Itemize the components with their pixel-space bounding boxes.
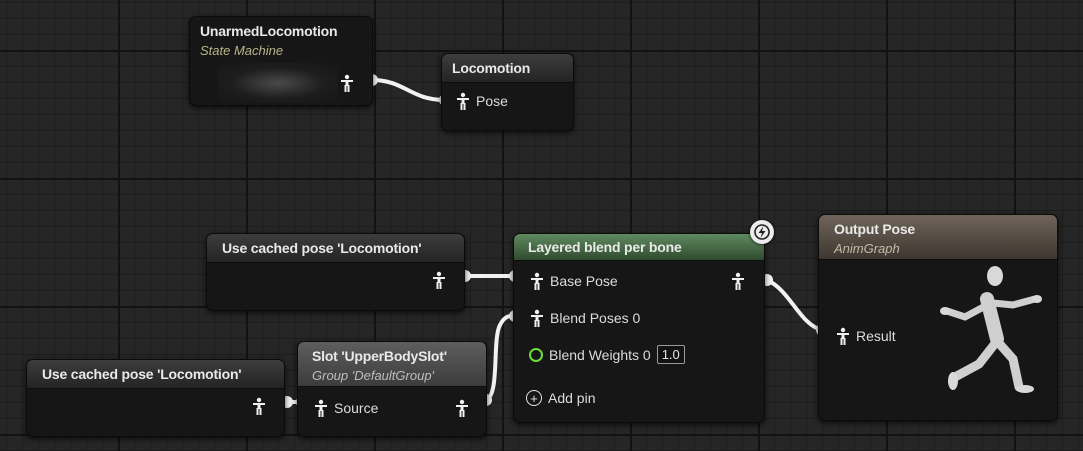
pose-pin-icon[interactable] bbox=[731, 272, 745, 290]
pin-result[interactable]: Result bbox=[836, 327, 896, 345]
node-title: Use cached pose 'Locomotion' bbox=[222, 240, 422, 256]
node-slot[interactable]: Slot 'UpperBodySlot' Group 'DefaultGroup… bbox=[297, 341, 487, 437]
node-title: Use cached pose 'Locomotion' bbox=[42, 366, 242, 382]
pin-label: Blend Poses 0 bbox=[550, 310, 641, 326]
float-pin-icon bbox=[529, 347, 543, 362]
node-subtitle: Group 'DefaultGroup' bbox=[312, 368, 435, 383]
node-title: UnarmedLocomotion bbox=[200, 23, 338, 39]
lightning-bolt-icon bbox=[750, 220, 774, 244]
node-title: Layered blend per bone bbox=[528, 239, 682, 255]
pin-pose[interactable]: Pose bbox=[456, 92, 508, 110]
node-output-pose[interactable]: Output Pose AnimGraph Result bbox=[818, 214, 1058, 421]
node-locomotion[interactable]: Locomotion Pose bbox=[441, 53, 574, 131]
pose-pin-icon bbox=[530, 309, 544, 327]
pin-blend-poses-0[interactable]: Blend Poses 0 bbox=[530, 309, 640, 327]
pin-blend-weights-0[interactable]: Blend Weights 0 1.0 bbox=[529, 345, 685, 364]
node-layered-blend[interactable]: Layered blend per bone Base Pose Blend P… bbox=[513, 233, 765, 423]
node-title: Output Pose bbox=[834, 221, 916, 237]
pose-pin-icon[interactable] bbox=[252, 397, 266, 415]
running-mannequin-icon bbox=[940, 266, 1042, 393]
pose-pin-icon bbox=[530, 272, 544, 290]
node-title: Slot 'UpperBodySlot' bbox=[312, 348, 447, 364]
pose-pin-icon[interactable] bbox=[340, 74, 354, 92]
pin-label: Base Pose bbox=[550, 273, 618, 289]
pin-base-pose[interactable]: Base Pose bbox=[530, 272, 618, 290]
blend-weight-input[interactable]: 1.0 bbox=[656, 345, 685, 364]
node-title: Locomotion bbox=[452, 60, 531, 76]
pose-pin-icon bbox=[836, 327, 850, 345]
pin-label: Pose bbox=[476, 93, 508, 109]
node-cached-pose-bottom[interactable]: Use cached pose 'Locomotion' bbox=[26, 359, 285, 437]
add-pin-button[interactable]: + Add pin bbox=[526, 390, 595, 406]
wire-blend-to-result bbox=[765, 278, 824, 332]
node-cached-pose-top[interactable]: Use cached pose 'Locomotion' bbox=[206, 233, 465, 311]
wire-statemachine-to-locomotion bbox=[370, 78, 447, 102]
pin-label: Result bbox=[856, 328, 896, 344]
plus-circle-icon: + bbox=[526, 390, 542, 406]
pin-label: Blend Weights 0 bbox=[549, 346, 651, 363]
state-machine-preview bbox=[218, 63, 338, 103]
pin-source[interactable]: Source bbox=[314, 399, 378, 417]
pose-pin-icon bbox=[314, 399, 328, 417]
pose-pin-icon bbox=[456, 92, 470, 110]
node-unarmed-locomotion[interactable]: UnarmedLocomotion State Machine bbox=[189, 16, 373, 106]
pin-label: Source bbox=[334, 400, 379, 416]
node-subtitle: AnimGraph bbox=[834, 241, 900, 256]
pose-pin-icon[interactable] bbox=[432, 271, 446, 289]
node-subtitle: State Machine bbox=[200, 43, 284, 58]
wire-slot-to-blendposes bbox=[484, 313, 517, 402]
add-pin-label: Add pin bbox=[548, 390, 596, 406]
anim-graph-canvas[interactable]: UnarmedLocomotion State Machine Locomoti… bbox=[0, 0, 1083, 451]
pose-pin-icon[interactable] bbox=[455, 399, 469, 417]
